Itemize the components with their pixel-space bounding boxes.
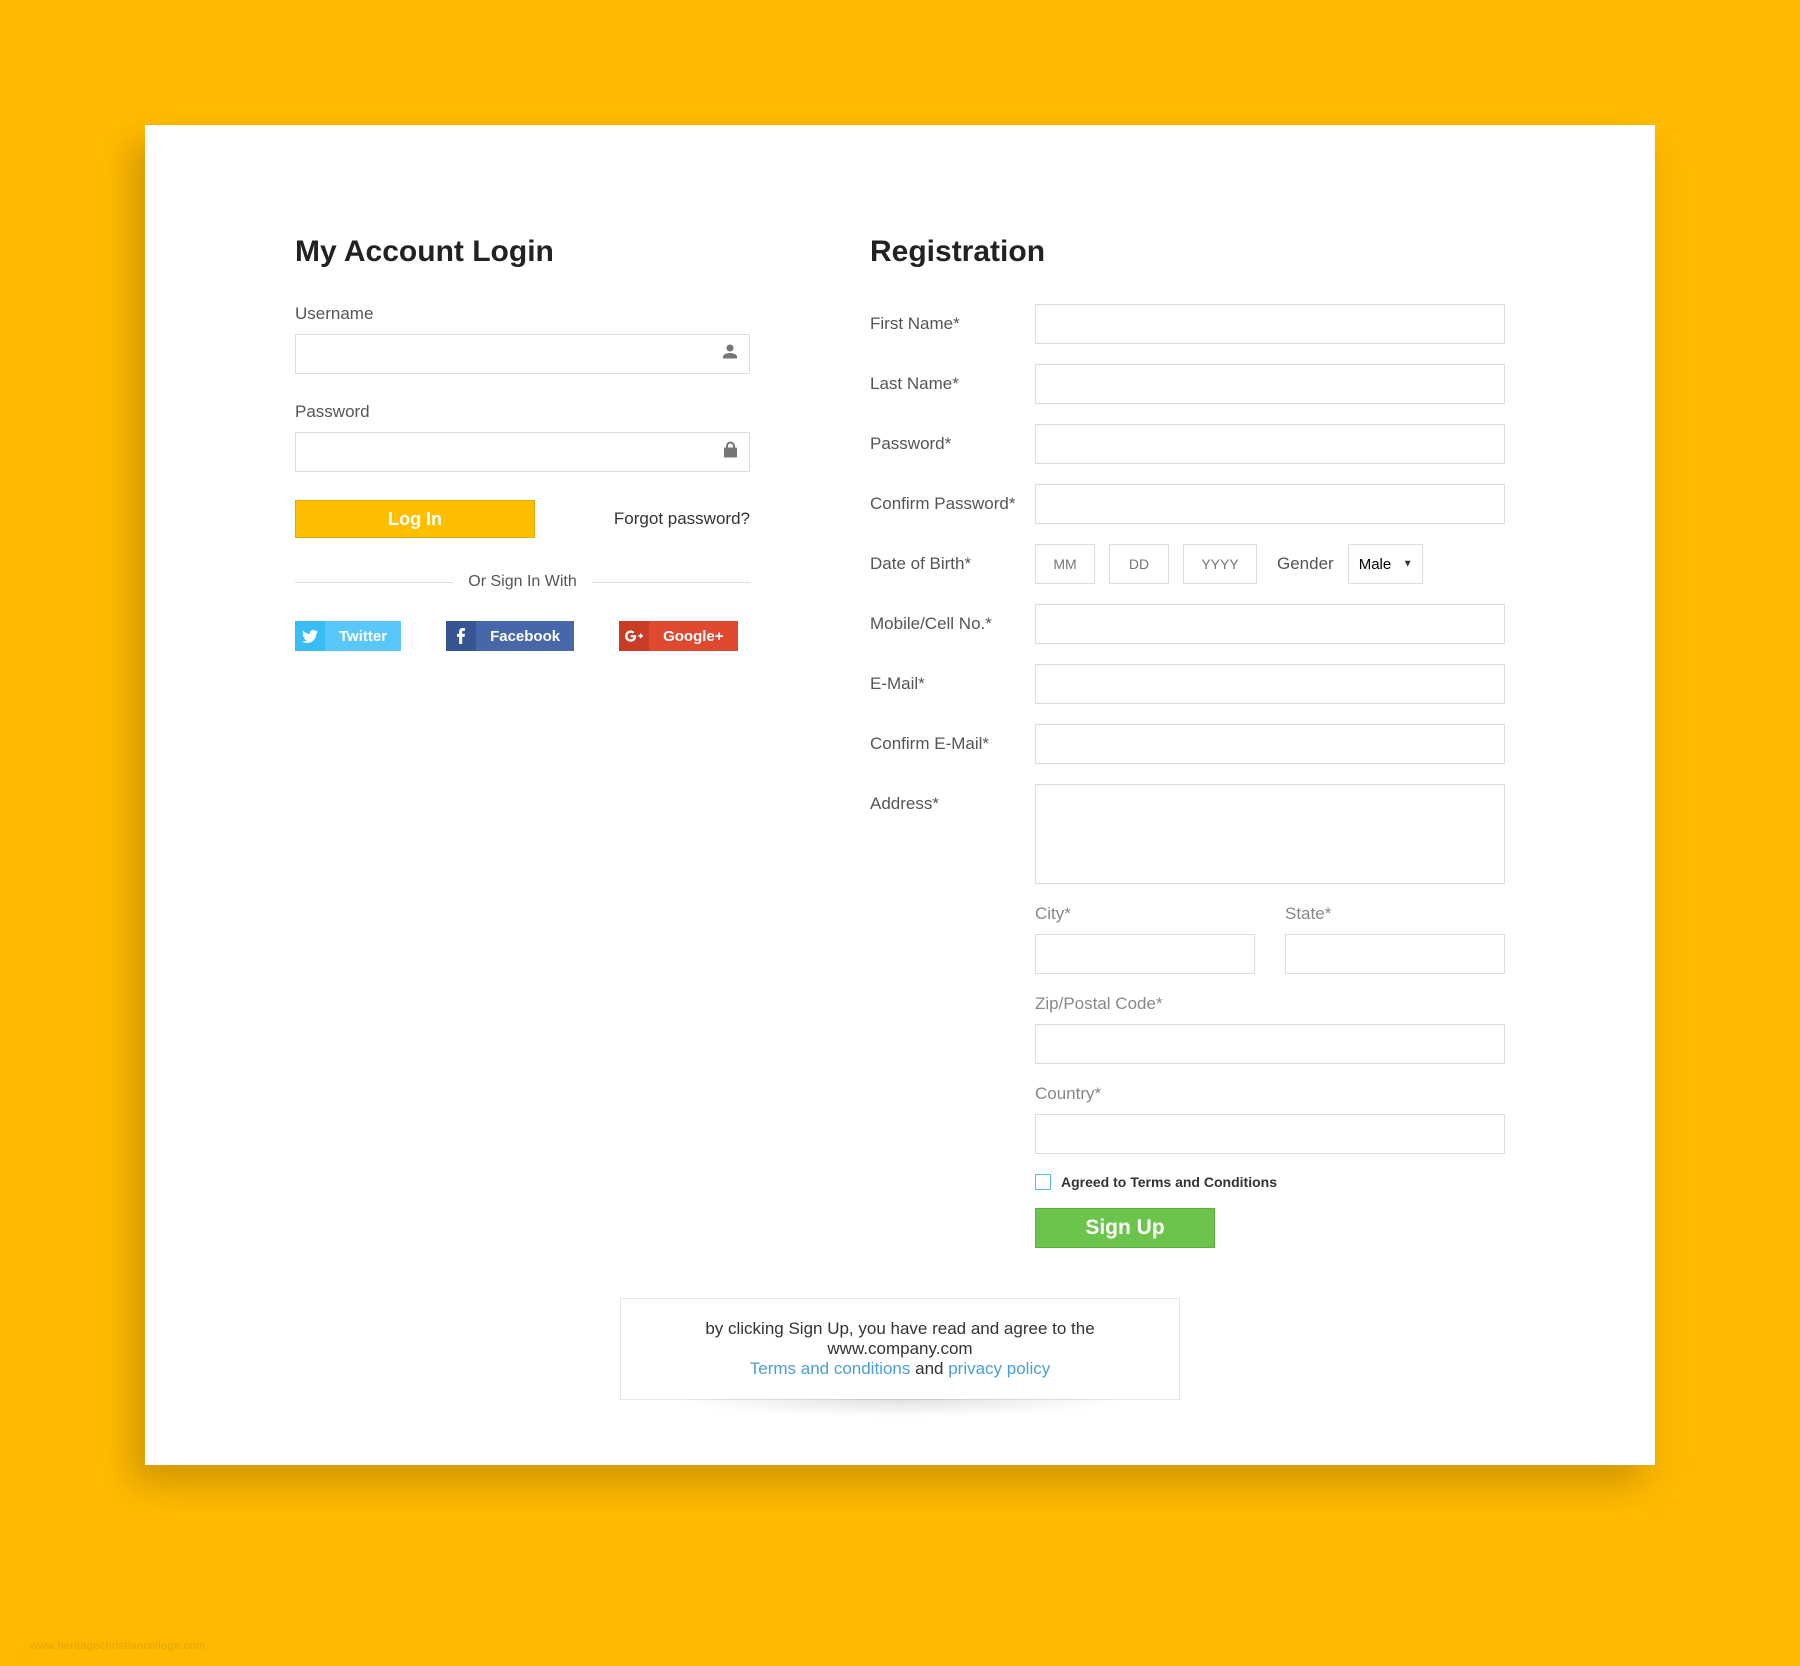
forgot-password-link[interactable]: Forgot password? bbox=[614, 509, 750, 529]
twitter-button[interactable]: Twitter bbox=[295, 621, 401, 651]
email-label: E-Mail* bbox=[870, 674, 1035, 694]
address-label: Address* bbox=[870, 784, 1035, 814]
dob-day-input[interactable] bbox=[1109, 544, 1169, 584]
confirm-email-label: Confirm E-Mail* bbox=[870, 734, 1035, 754]
confirm-password-input[interactable] bbox=[1035, 484, 1505, 524]
google-label: Google+ bbox=[649, 628, 737, 645]
state-input[interactable] bbox=[1285, 934, 1505, 974]
gender-label: Gender bbox=[1277, 554, 1334, 574]
password-input[interactable] bbox=[295, 432, 750, 472]
dob-label: Date of Birth* bbox=[870, 554, 1035, 574]
confirm-email-input[interactable] bbox=[1035, 724, 1505, 764]
last-name-label: Last Name* bbox=[870, 374, 1035, 394]
gender-select[interactable]: Male bbox=[1348, 544, 1423, 584]
reg-password-label: Password* bbox=[870, 434, 1035, 454]
privacy-link[interactable]: privacy policy bbox=[948, 1359, 1050, 1378]
lock-icon bbox=[724, 442, 738, 463]
first-name-label: First Name* bbox=[870, 314, 1035, 334]
username-label: Username bbox=[295, 304, 750, 324]
twitter-label: Twitter bbox=[325, 628, 401, 645]
signup-button[interactable]: Sign Up bbox=[1035, 1208, 1215, 1248]
country-input[interactable] bbox=[1035, 1114, 1505, 1154]
main-card: My Account Login Username Password Log I… bbox=[145, 125, 1655, 1465]
terms-link[interactable]: Terms and conditions bbox=[750, 1359, 911, 1378]
google-icon bbox=[619, 621, 649, 651]
zip-label: Zip/Postal Code* bbox=[1035, 994, 1505, 1014]
facebook-icon bbox=[446, 621, 476, 651]
country-label: Country* bbox=[1035, 1084, 1505, 1104]
user-icon bbox=[722, 344, 738, 365]
mobile-input[interactable] bbox=[1035, 604, 1505, 644]
first-name-input[interactable] bbox=[1035, 304, 1505, 344]
terms-label: Agreed to Terms and Conditions bbox=[1061, 1174, 1277, 1190]
dob-month-input[interactable] bbox=[1035, 544, 1095, 584]
email-input[interactable] bbox=[1035, 664, 1505, 704]
google-button[interactable]: Google+ bbox=[619, 621, 737, 651]
facebook-label: Facebook bbox=[476, 628, 574, 645]
registration-title: Registration bbox=[870, 235, 1505, 269]
social-divider: Or Sign In With bbox=[295, 573, 750, 591]
facebook-button[interactable]: Facebook bbox=[446, 621, 574, 651]
registration-section: Registration First Name* Last Name* Pass… bbox=[870, 235, 1505, 1248]
last-name-input[interactable] bbox=[1035, 364, 1505, 404]
login-section: My Account Login Username Password Log I… bbox=[295, 235, 750, 1248]
reg-password-input[interactable] bbox=[1035, 424, 1505, 464]
dob-year-input[interactable] bbox=[1183, 544, 1257, 584]
city-input[interactable] bbox=[1035, 934, 1255, 974]
city-label: City* bbox=[1035, 904, 1255, 924]
terms-checkbox[interactable] bbox=[1035, 1174, 1051, 1190]
login-button[interactable]: Log In bbox=[295, 500, 535, 538]
address-input[interactable] bbox=[1035, 784, 1505, 884]
watermark: www.heritagechristiancollege.com bbox=[30, 1640, 205, 1652]
password-label: Password bbox=[295, 402, 750, 422]
confirm-password-label: Confirm Password* bbox=[870, 494, 1035, 514]
twitter-icon bbox=[295, 621, 325, 651]
state-label: State* bbox=[1285, 904, 1505, 924]
disclosure-text: by clicking Sign Up, you have read and a… bbox=[705, 1319, 1094, 1358]
divider-text: Or Sign In With bbox=[468, 573, 576, 591]
mobile-label: Mobile/Cell No.* bbox=[870, 614, 1035, 634]
disclosure-box: by clicking Sign Up, you have read and a… bbox=[620, 1298, 1180, 1400]
username-input[interactable] bbox=[295, 334, 750, 374]
zip-input[interactable] bbox=[1035, 1024, 1505, 1064]
disclosure-and: and bbox=[915, 1359, 948, 1378]
login-title: My Account Login bbox=[295, 235, 750, 269]
